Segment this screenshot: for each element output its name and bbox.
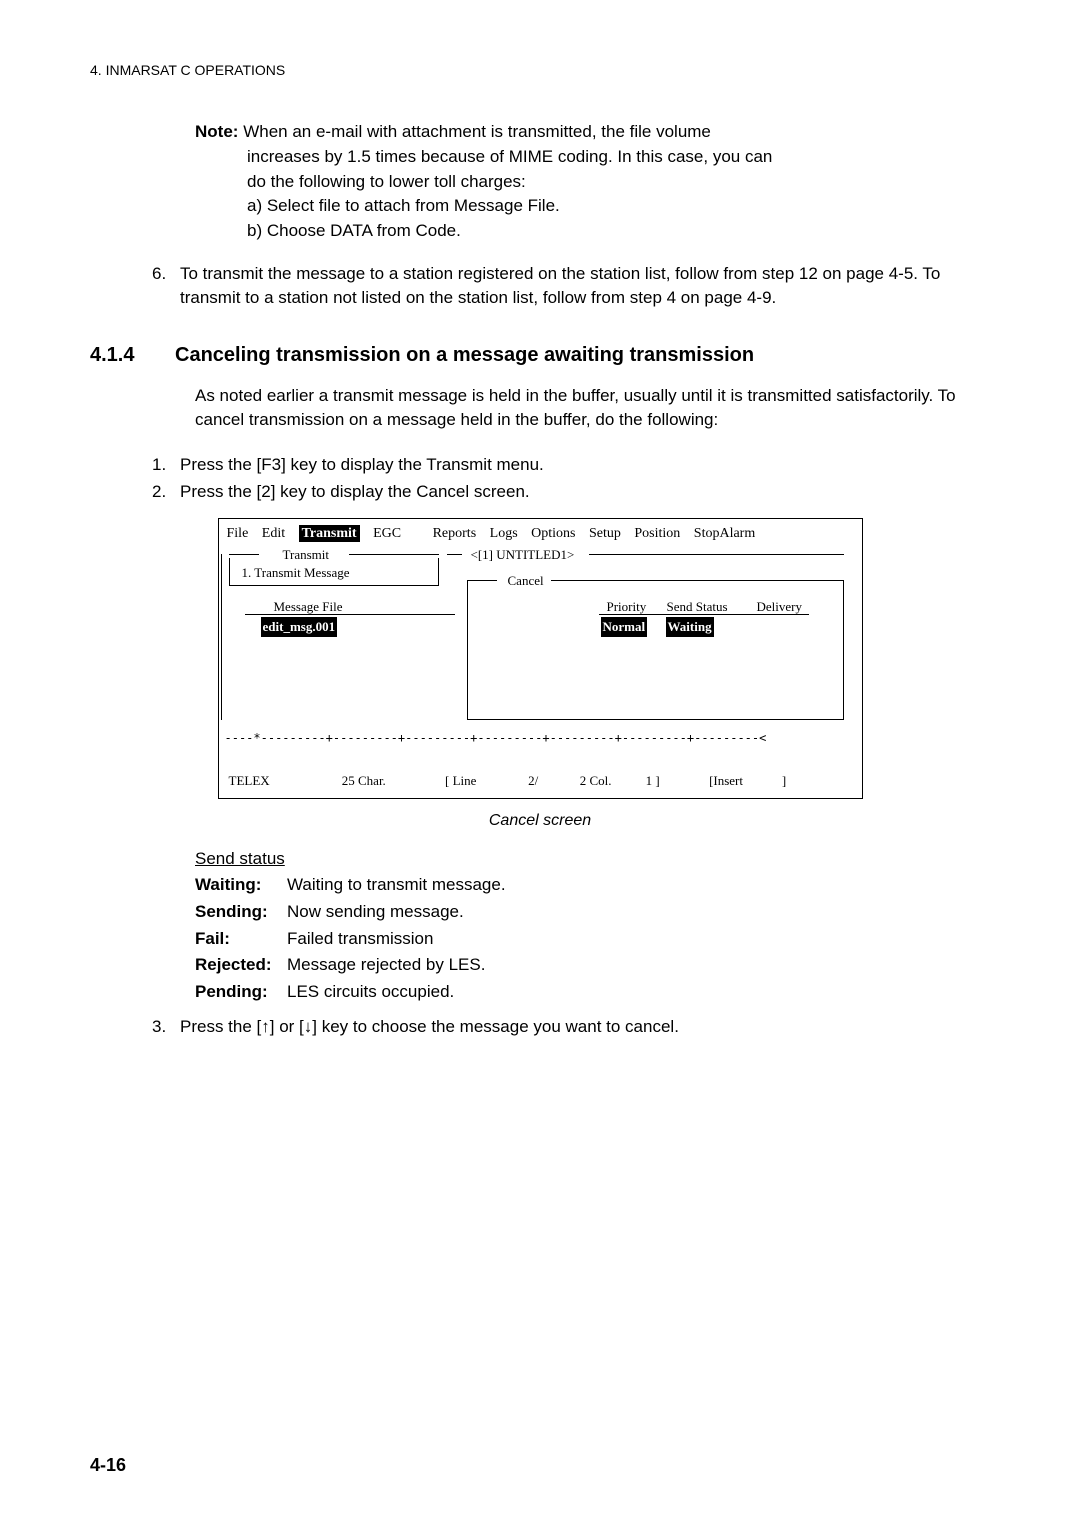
status-row-fail: Fail: Failed transmission: [195, 927, 990, 952]
menu-edit[interactable]: Edit: [262, 526, 285, 541]
status-line-val: 2/: [498, 772, 538, 791]
statusbar: TELEX 25 Char. [ Line 2/ 2 Col. 1 ] [Ins…: [219, 770, 862, 793]
step-2-num: 2.: [152, 480, 180, 505]
untitled-line-left: [447, 554, 462, 555]
status-char: 25 Char.: [342, 772, 442, 791]
status-term: Sending:: [195, 900, 287, 925]
page-number: 4-16: [90, 1452, 126, 1478]
note-line-b: b) Choose DATA from Code.: [247, 219, 990, 244]
step-3-text: Press the [↑] or [↓] key to choose the m…: [180, 1015, 990, 1040]
step-6-num: 6.: [152, 262, 180, 311]
step-1: 1. Press the [F3] key to display the Tra…: [152, 453, 990, 478]
untitled-label: <[1] UNTITLED1>: [465, 546, 581, 565]
step-1-num: 1.: [152, 453, 180, 478]
status-mode: TELEX: [229, 772, 339, 791]
transmit-label: Transmit: [277, 546, 335, 565]
status-row-waiting: Waiting: Waiting to transmit message.: [195, 873, 990, 898]
step-3: 3. Press the [↑] or [↓] key to choose th…: [152, 1015, 990, 1040]
status-term: Fail:: [195, 927, 287, 952]
status-col-val: 1 ]: [615, 772, 660, 791]
row-priority: Normal: [601, 617, 648, 638]
status-insert: [Insert: [663, 772, 743, 791]
menu-transmit[interactable]: Transmit: [299, 525, 360, 542]
menu-setup[interactable]: Setup: [589, 526, 621, 541]
row-file[interactable]: edit_msg.001: [261, 617, 338, 638]
status-col-lbl: 2 Col.: [542, 772, 612, 791]
note-text-2: increases by 1.5 times because of MIME c…: [247, 145, 990, 170]
menu-logs[interactable]: Logs: [490, 526, 518, 541]
frame-line-left: [229, 554, 259, 555]
step-2-text: Press the [2] key to display the Cancel …: [180, 480, 990, 505]
status-desc: Waiting to transmit message.: [287, 873, 506, 898]
menu-reports[interactable]: Reports: [433, 526, 477, 541]
note-label: Note:: [195, 122, 238, 141]
status-row-sending: Sending: Now sending message.: [195, 900, 990, 925]
menu-options[interactable]: Options: [531, 526, 575, 541]
table-rule-1: [245, 614, 455, 615]
step-3-num: 3.: [152, 1015, 180, 1040]
untitled-line-right: [589, 554, 844, 555]
ruler: ----*---------+---------+---------+-----…: [225, 730, 767, 747]
transmit-item-1[interactable]: 1. Transmit Message: [242, 564, 350, 583]
status-line-lbl: [ Line: [445, 772, 495, 791]
intro-para: As noted earlier a transmit message is h…: [195, 384, 990, 433]
note-line-a: a) Select file to attach from Message Fi…: [247, 194, 990, 219]
step-2: 2. Press the [2] key to display the Canc…: [152, 480, 990, 505]
chapter-header: 4. INMARSAT C OPERATIONS: [90, 60, 990, 80]
status-term: Waiting:: [195, 873, 287, 898]
status-bracket: ]: [746, 772, 786, 791]
table-rule-2: [599, 614, 809, 615]
outer-left-border: [221, 554, 222, 720]
send-status-block: Send status Waiting: Waiting to transmit…: [195, 847, 990, 1005]
row-status: Waiting: [666, 617, 714, 638]
status-row-rejected: Rejected: Message rejected by LES.: [195, 953, 990, 978]
menu-egc[interactable]: EGC: [373, 526, 401, 541]
status-desc: Message rejected by LES.: [287, 953, 485, 978]
menu-stopalarm[interactable]: StopAlarm: [694, 526, 755, 541]
note-text-3: do the following to lower toll charges:: [247, 170, 990, 195]
step-6: 6. To transmit the message to a station …: [152, 262, 990, 311]
caption: Cancel screen: [90, 809, 990, 832]
heading-text: Canceling transmission on a message awai…: [175, 341, 754, 370]
send-status-title: Send status: [195, 847, 990, 872]
menu-file[interactable]: File: [227, 526, 249, 541]
cancel-screen: File Edit Transmit EGC Reports Logs Opti…: [218, 518, 863, 799]
screen-inner: Transmit 1. Transmit Message <[1] UNTITL…: [219, 550, 862, 770]
step-6-text: To transmit the message to a station reg…: [180, 262, 990, 311]
menu-position[interactable]: Position: [634, 526, 680, 541]
status-desc: Failed transmission: [287, 927, 433, 952]
status-row-pending: Pending: LES circuits occupied.: [195, 980, 990, 1005]
status-term: Pending:: [195, 980, 287, 1005]
status-desc: LES circuits occupied.: [287, 980, 454, 1005]
note-text-1: When an e-mail with attachment is transm…: [243, 122, 711, 141]
status-desc: Now sending message.: [287, 900, 464, 925]
frame-line-right: [349, 554, 439, 555]
note-block: Note: When an e-mail with attachment is …: [195, 120, 990, 243]
section-heading: 4.1.4 Canceling transmission on a messag…: [90, 341, 990, 370]
status-term: Rejected:: [195, 953, 287, 978]
heading-num: 4.1.4: [90, 341, 175, 370]
step-1-text: Press the [F3] key to display the Transm…: [180, 453, 990, 478]
